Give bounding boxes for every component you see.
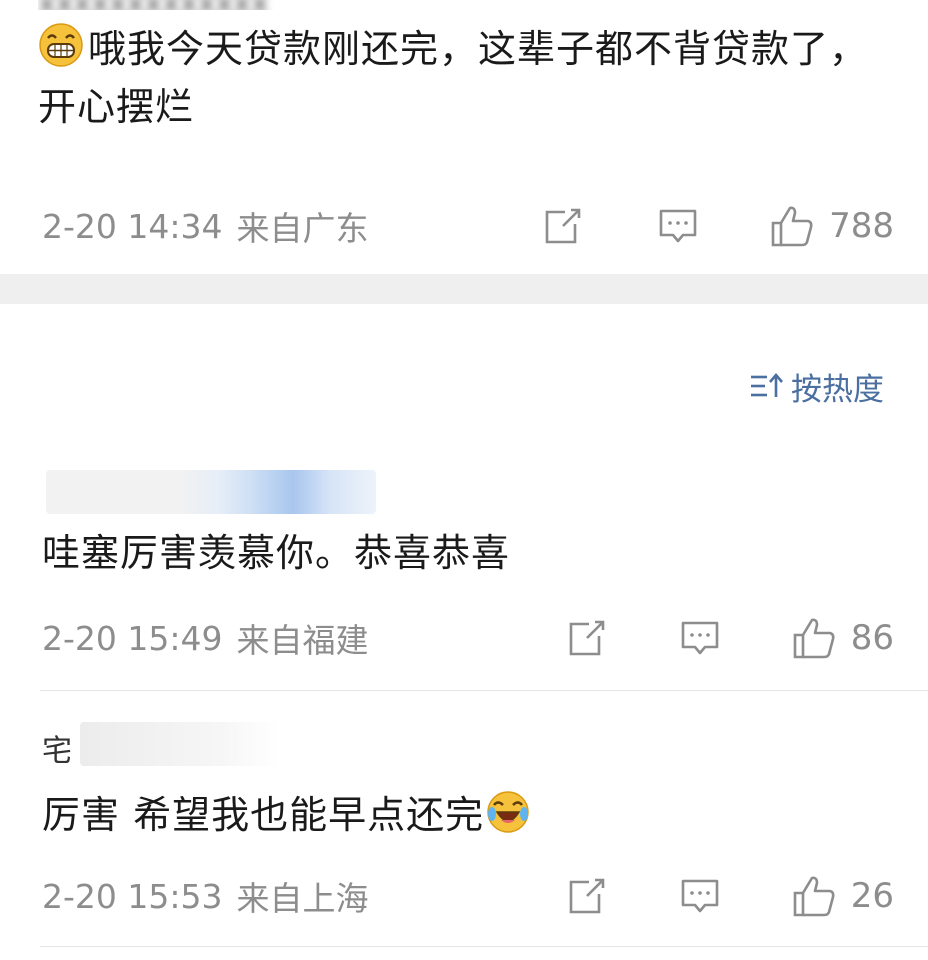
username-blurred[interactable]: xxxxxxxxxxxxx xyxy=(38,0,338,10)
comment-location: 来自福建 xyxy=(236,621,369,660)
like-count: 788 xyxy=(829,206,894,246)
sort-icon xyxy=(749,371,785,401)
comment-icon[interactable] xyxy=(657,206,699,246)
laughing-crying-emoji-icon xyxy=(487,791,529,833)
grinning-emoji-icon xyxy=(39,23,83,67)
comment-meta: 2-20 15:53 来自上海 26 xyxy=(42,874,894,918)
thumbs-up-icon[interactable] xyxy=(791,874,837,918)
comment-text: 厉害 希望我也能早点还完 xyxy=(42,793,485,837)
username-blurred[interactable] xyxy=(46,470,376,514)
comment-content: 哇塞厉害羡慕你。恭喜恭喜 xyxy=(42,531,511,575)
username-blurred[interactable] xyxy=(80,722,280,766)
comment-time: 2-20 14:34 xyxy=(42,206,223,246)
thumbs-up-icon[interactable] xyxy=(791,616,837,660)
comment-content: 厉害 希望我也能早点还完 xyxy=(42,790,530,840)
comment-content: 哦我今天贷款刚还完，这辈子都不背贷款了，开心摆烂 xyxy=(38,20,898,136)
comment-location: 来自上海 xyxy=(236,879,369,918)
comment-divider xyxy=(40,946,928,947)
sort-label: 按热度 xyxy=(791,371,884,408)
like-count: 86 xyxy=(850,618,894,658)
comment-time: 2-20 15:53 xyxy=(42,876,223,916)
comment-actions: 86 xyxy=(565,616,894,660)
comment-actions: 26 xyxy=(565,874,894,918)
comment-meta: 2-20 14:34 来自广东 788 xyxy=(42,204,894,248)
comment-time: 2-20 15:49 xyxy=(42,618,223,658)
comment-feed: xxxxxxxxxxxxx 哦我今天贷款刚还完，这辈子都不背贷款了，开心摆烂 2… xyxy=(0,0,928,960)
repost-icon[interactable] xyxy=(565,618,607,658)
thumbs-up-icon[interactable] xyxy=(769,204,815,248)
like-count: 26 xyxy=(850,876,894,916)
repost-icon[interactable] xyxy=(541,206,583,246)
sort-by-hot-button[interactable]: 按热度 xyxy=(749,364,884,408)
comment-actions: 788 xyxy=(541,204,894,248)
comment-icon[interactable] xyxy=(679,618,721,658)
comment-location: 来自广东 xyxy=(236,209,369,248)
section-divider xyxy=(0,274,928,304)
username[interactable]: 宅 xyxy=(42,726,72,770)
comment-icon[interactable] xyxy=(679,876,721,916)
username-visible: 宅 xyxy=(42,734,72,769)
comment-meta: 2-20 15:49 来自福建 86 xyxy=(42,616,894,660)
comment-divider xyxy=(40,690,928,691)
repost-icon[interactable] xyxy=(565,876,607,916)
comment-text: 哦我今天贷款刚还完，这辈子都不背贷款了，开心摆烂 xyxy=(38,27,869,129)
